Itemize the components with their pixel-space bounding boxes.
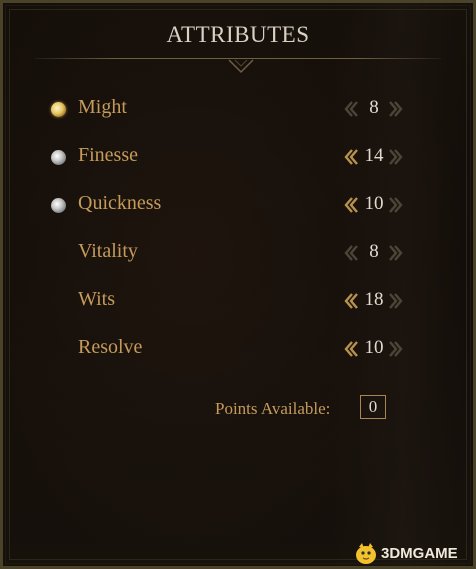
attribute-value: 8 (369, 241, 379, 262)
decrease-arrow-icon[interactable] (344, 100, 358, 118)
decrease-arrow-icon[interactable] (344, 340, 358, 358)
points-available-value: 0 (360, 395, 386, 419)
silver-marker-icon (51, 150, 66, 165)
watermark: 3DMGAME (353, 541, 475, 567)
points-available-label: Points Available: (215, 399, 331, 418)
attribute-label: Resolve (78, 336, 143, 358)
increase-arrow-icon[interactable] (389, 292, 403, 310)
attribute-row-resolve: Resolve 10 (3, 330, 473, 370)
decrease-arrow-icon[interactable] (344, 244, 358, 262)
mascot-logo-icon (356, 543, 376, 564)
attribute-value: 10 (364, 337, 384, 358)
attribute-label: Finesse (78, 144, 138, 166)
decrease-arrow-icon[interactable] (344, 292, 358, 310)
attribute-label: Might (78, 96, 127, 118)
attribute-value: 8 (369, 97, 379, 118)
increase-arrow-icon[interactable] (389, 244, 403, 262)
increase-arrow-icon[interactable] (389, 340, 403, 358)
silver-marker-icon (51, 198, 66, 213)
increase-arrow-icon[interactable] (389, 196, 403, 214)
panel-title: ATTRIBUTES (166, 22, 310, 47)
decrease-arrow-icon[interactable] (344, 196, 358, 214)
gold-marker-icon (51, 102, 66, 117)
attribute-row-might: Might 8 (3, 90, 473, 130)
attribute-label: Quickness (78, 192, 162, 214)
attributes-panel: ATTRIBUTES Might 8 Finesse 14 Quickness (0, 0, 476, 569)
attribute-label: Wits (78, 288, 115, 310)
increase-arrow-icon[interactable] (389, 100, 403, 118)
decrease-arrow-icon[interactable] (344, 148, 358, 166)
watermark-text: 3DMGAME (381, 545, 458, 562)
increase-arrow-icon[interactable] (389, 148, 403, 166)
attribute-value: 10 (364, 193, 384, 214)
attribute-value: 14 (364, 145, 384, 166)
attribute-row-quickness: Quickness 10 (3, 186, 473, 226)
ornament-icon (228, 59, 254, 74)
attribute-row-wits: Wits 18 (3, 282, 473, 322)
attribute-row-finesse: Finesse 14 (3, 138, 473, 178)
attribute-value: 18 (364, 289, 384, 310)
attribute-label: Vitality (78, 240, 138, 262)
attribute-row-vitality: Vitality 8 (3, 234, 473, 274)
